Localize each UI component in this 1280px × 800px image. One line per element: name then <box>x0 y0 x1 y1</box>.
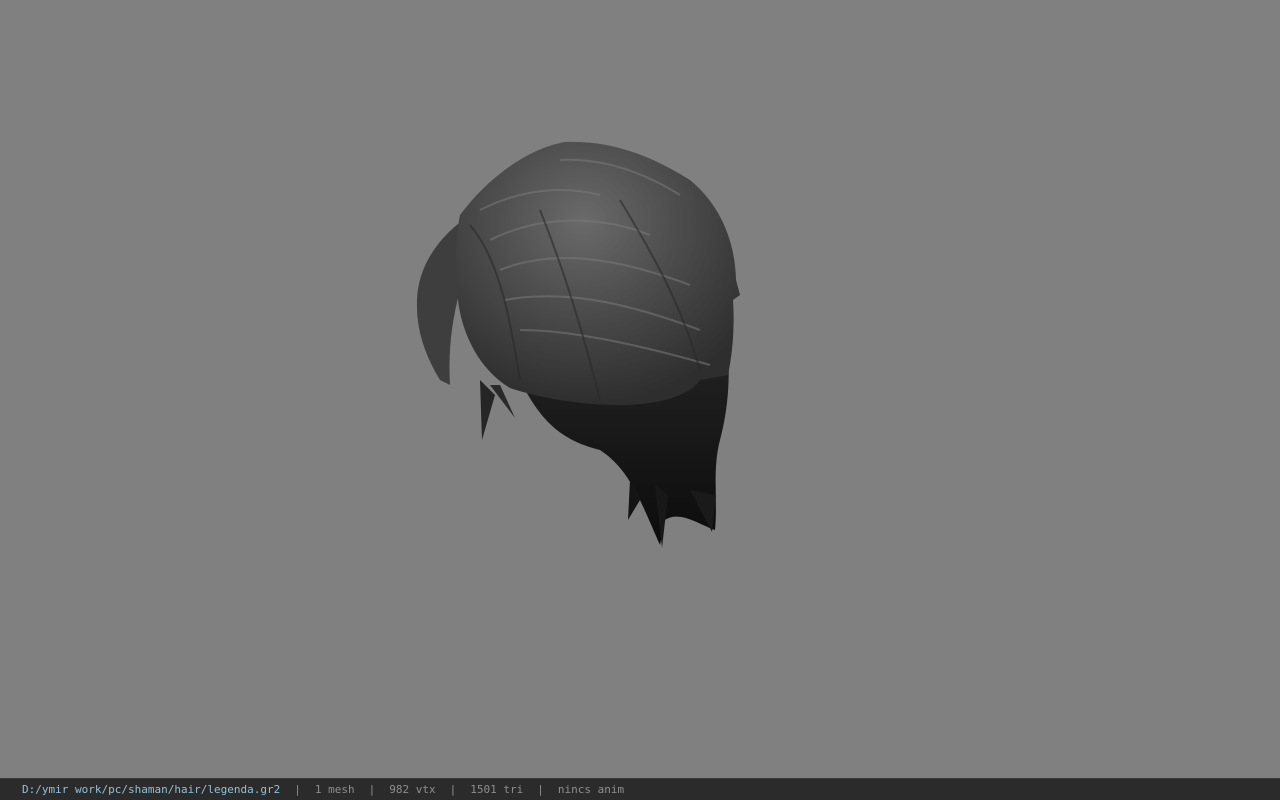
hair-model-render[interactable] <box>0 0 1280 778</box>
vertex-count: 982 vtx <box>389 783 436 796</box>
hair-strand <box>490 385 515 418</box>
hair-strand <box>480 380 495 440</box>
separator: | <box>449 783 457 796</box>
triangle-count: 1501 tri <box>470 783 524 796</box>
status-bar: D:/ymir work/pc/shaman/hair/legenda.gr2 … <box>0 778 1280 800</box>
mesh-count: 1 mesh <box>314 783 355 796</box>
file-path: D:/ymir work/pc/shaman/hair/legenda.gr2 <box>22 783 281 796</box>
separator: | <box>294 783 301 796</box>
separator: | <box>368 783 376 796</box>
hair-top <box>455 141 740 405</box>
animation-status: nincs anim <box>557 783 625 796</box>
3d-viewport[interactable] <box>0 0 1280 778</box>
separator: | <box>537 783 544 796</box>
